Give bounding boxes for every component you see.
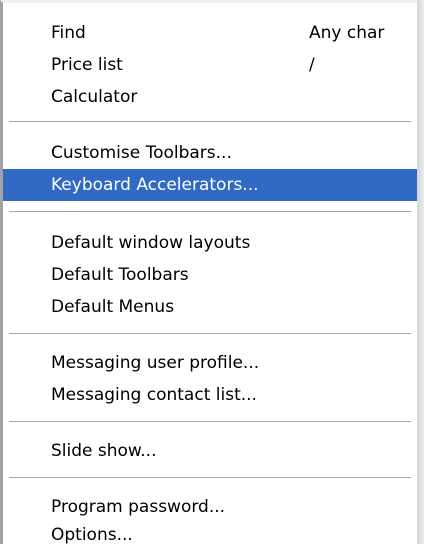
menu-item-label: Find [51, 23, 86, 43]
menu-separator [9, 333, 411, 335]
menu-item-slide-show[interactable]: Slide show... [3, 435, 417, 467]
menu-separator [9, 421, 411, 423]
menu-item-label: Options... [51, 525, 133, 545]
menu-separator [9, 211, 411, 213]
menu-item-options[interactable]: Options... [3, 519, 417, 551]
menu-item-keyboard-accelerators[interactable]: Keyboard Accelerators... [3, 169, 417, 201]
menu-item-label: Messaging contact list... [51, 385, 257, 405]
context-menu: Find Any char Price list / Calculator Cu… [0, 0, 417, 545]
menu-item-default-toolbars[interactable]: Default Toolbars [3, 259, 417, 291]
menu-item-label: Default Menus [51, 297, 175, 317]
menu-item-label: Keyboard Accelerators... [51, 175, 259, 195]
menu-item-find[interactable]: Find Any char [3, 17, 417, 49]
menu-drop-shadow [417, 0, 424, 544]
menu-item-label: Default Toolbars [51, 265, 189, 285]
menu-item-default-menus[interactable]: Default Menus [3, 291, 417, 323]
menu-item-price-list[interactable]: Price list / [3, 49, 417, 81]
menu-item-default-window-layouts[interactable]: Default window layouts [3, 227, 417, 259]
menu-item-label: Default window layouts [51, 233, 251, 253]
menu-item-messaging-user-profile[interactable]: Messaging user profile... [3, 347, 417, 379]
menu-item-label: Price list [51, 55, 123, 75]
menu-item-label: Messaging user profile... [51, 353, 260, 373]
menu-separator [9, 121, 411, 123]
menu-item-customise-toolbars[interactable]: Customise Toolbars... [3, 137, 417, 169]
menu-item-label: Calculator [51, 87, 138, 107]
menu-item-calculator[interactable]: Calculator [3, 81, 417, 113]
menu-item-shortcut: / [309, 55, 315, 75]
menu-item-shortcut: Any char [309, 23, 385, 43]
menu-item-messaging-contact-list[interactable]: Messaging contact list... [3, 379, 417, 411]
menu-item-label: Slide show... [51, 441, 157, 461]
menu-separator [9, 477, 411, 479]
menu-item-label: Customise Toolbars... [51, 143, 232, 163]
